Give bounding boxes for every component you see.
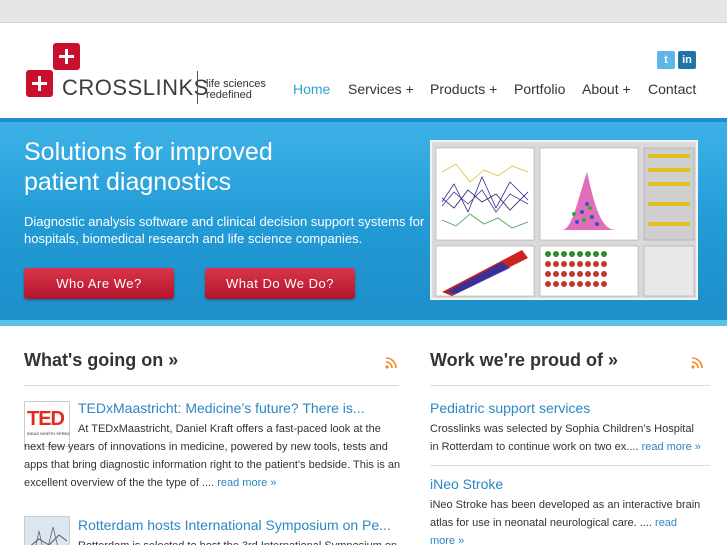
- who-are-we-button[interactable]: Who Are We?: [24, 268, 174, 299]
- crosslinks-logo[interactable]: CROSSLINKS life sciences redefined: [26, 43, 276, 104]
- news-item-title[interactable]: Rotterdam hosts International Symposium …: [78, 517, 391, 533]
- linkedin-icon[interactable]: in: [678, 51, 696, 69]
- nav-about[interactable]: About +: [582, 81, 631, 97]
- rotterdam-photo: [25, 517, 69, 545]
- read-more-link[interactable]: read more »: [642, 441, 701, 453]
- hero-title: Solutions for improved patient diagnosti…: [24, 137, 424, 197]
- work-item-text: Crosslinks was selected by Sophia Childr…: [430, 420, 705, 456]
- tagline: life sciences redefined: [206, 79, 276, 101]
- hero-banner: Solutions for improved patient diagnosti…: [0, 118, 727, 326]
- work-item-title[interactable]: Pediatric support services: [430, 400, 590, 416]
- software-screenshot-image: [432, 142, 696, 298]
- tagline-line2: redefined: [206, 89, 252, 101]
- hero-top-stripe: [0, 118, 727, 122]
- work-item-title[interactable]: iNeo Stroke: [430, 476, 503, 492]
- nav-products[interactable]: Products +: [430, 81, 497, 97]
- work-heading[interactable]: Work we're proud of »: [430, 350, 618, 371]
- news-divider: [24, 385, 399, 386]
- news-item-text: Rotterdam is selected to host the 3rd In…: [78, 537, 402, 545]
- nav-portfolio[interactable]: Portfolio: [514, 81, 565, 97]
- brand-name: CROSSLINKS: [62, 75, 209, 100]
- nav-home[interactable]: Home: [293, 81, 330, 97]
- plus-icon: [26, 70, 53, 97]
- rss-icon[interactable]: [385, 357, 397, 369]
- rotterdam-thumbnail[interactable]: [24, 516, 70, 545]
- plus-icon: [53, 43, 80, 70]
- site-header: CROSSLINKS life sciences redefined t in …: [0, 22, 727, 118]
- work-item-divider: [430, 465, 710, 466]
- hero-title-line1: Solutions for improved: [24, 138, 273, 166]
- read-more-link[interactable]: read more »: [217, 477, 276, 489]
- top-strip: [0, 0, 727, 22]
- what-do-we-do-button[interactable]: What Do We Do?: [205, 268, 355, 299]
- page: CROSSLINKS life sciences redefined t in …: [0, 0, 727, 545]
- news-heading[interactable]: What's going on »: [24, 350, 178, 371]
- software-screenshot: [430, 140, 698, 300]
- news-item-text: At TEDxMaastricht, Daniel Kraft offers a…: [24, 420, 402, 492]
- news-item-body: At TEDxMaastricht, Daniel Kraft offers a…: [24, 423, 401, 489]
- nav-contact[interactable]: Contact: [648, 81, 696, 97]
- hero-title-line2: patient diagnostics: [24, 168, 232, 196]
- nav-services[interactable]: Services +: [348, 81, 414, 97]
- hero-description: Diagnostic analysis software and clinica…: [24, 214, 425, 246]
- news-item-title[interactable]: TEDxMaastricht: Medicine’s future? There…: [78, 400, 365, 416]
- work-item-text: iNeo Stroke has been developed as an int…: [430, 496, 705, 545]
- logo-divider: [197, 71, 198, 104]
- twitter-icon[interactable]: t: [657, 51, 675, 69]
- rss-icon[interactable]: [691, 357, 703, 369]
- main-content: What's going on » TED IDEAS WORTH SPREAD…: [0, 326, 727, 545]
- work-divider: [430, 385, 710, 386]
